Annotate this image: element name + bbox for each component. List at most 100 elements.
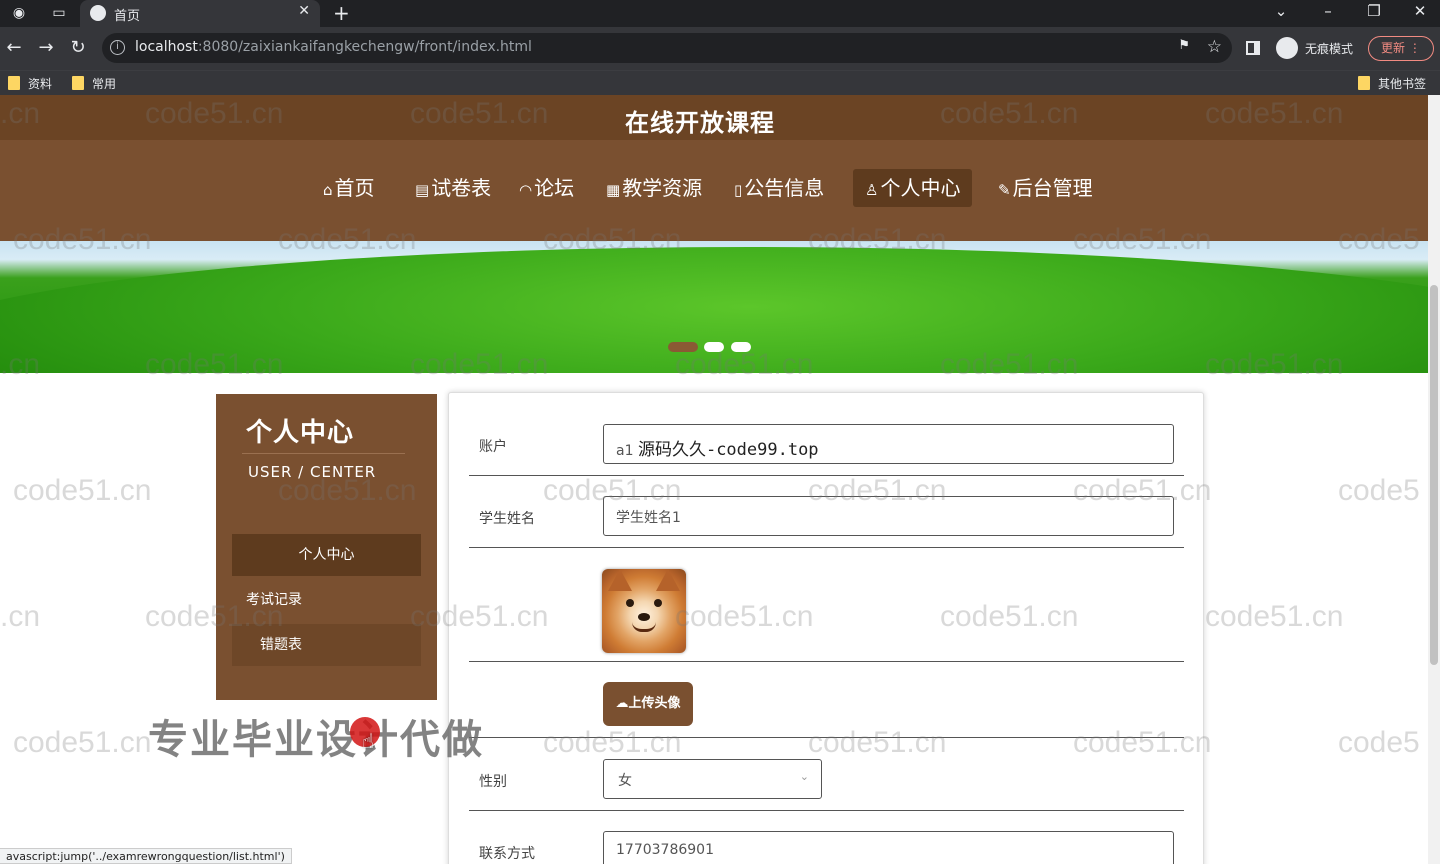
incognito-label: 无痕模式 [1305, 42, 1354, 56]
new-tab-button[interactable]: + [333, 1, 350, 25]
hand-cursor-icon: ☝ [362, 729, 375, 753]
sidebar-title: 个人中心 [246, 418, 355, 448]
browser-tab-bar: ◉ ▭ 首页 ✕ + ⌄ – ❐ ✕ [0, 0, 1440, 27]
close-icon[interactable]: ✕ [298, 3, 310, 19]
nav-label: 教学资源 [622, 176, 703, 200]
student-name-input[interactable]: 学生姓名1 [603, 496, 1174, 536]
nav-label: 个人中心 [880, 176, 961, 200]
forward-button[interactable]: → [35, 37, 57, 58]
carousel-banner [0, 241, 1428, 373]
promo-watermark: 专业毕业设计代做 [148, 717, 484, 763]
nav-home[interactable]: ⌂ 首页 [311, 169, 387, 207]
tab-title: 首页 [114, 9, 141, 24]
bookmark-star-icon[interactable]: ☆ [1207, 37, 1222, 57]
user-icon: ♙ [865, 181, 879, 199]
nav-admin[interactable]: ✎ 后台管理 [986, 169, 1105, 207]
browser-tab[interactable]: 首页 ✕ [80, 0, 320, 27]
nav-label: 后台管理 [1012, 176, 1093, 200]
avatar-nose [638, 613, 650, 621]
scrollbar-thumb[interactable] [1430, 285, 1438, 665]
watermark-text: code5 [1338, 474, 1420, 507]
notice-icon: ▯ [734, 181, 743, 199]
row-divider [469, 737, 1184, 738]
site-title: 在线开放课程 [625, 109, 775, 137]
student-name-label: 学生姓名 [479, 511, 535, 527]
nav-teaching-resources[interactable]: ▦ 教学资源 [594, 169, 714, 207]
avatar-ear [608, 569, 632, 591]
gender-label: 性别 [479, 774, 507, 790]
forum-icon: ◠ [519, 181, 533, 199]
gender-value: 女 [618, 773, 632, 789]
browser-toolbar: ← → ↻ i localhost:8080/zaixiankaifangkec… [0, 27, 1440, 70]
nav-label: 论坛 [534, 176, 575, 200]
nav-label: 公告信息 [744, 176, 825, 200]
row-divider [469, 810, 1184, 811]
url-host: localhost [135, 39, 198, 55]
bookmark-folder[interactable]: 常用 [70, 75, 116, 92]
site-info-icon[interactable]: i [110, 40, 125, 55]
sidebar-item-exam-records[interactable]: 考试记录 [232, 579, 421, 621]
cloud-upload-icon: ☁ [615, 696, 629, 711]
avatar-eye [654, 599, 662, 607]
carousel-dot[interactable] [704, 342, 724, 352]
avatar-mouth [632, 622, 656, 632]
account-input[interactable]: a1 源码久久-code99.top [603, 424, 1174, 464]
update-label: 更新 [1381, 41, 1406, 55]
banner-hill-image [0, 247, 1428, 373]
other-bookmarks-folder[interactable]: 其他书签 [1356, 75, 1426, 92]
upload-label: 上传头像 [628, 696, 681, 711]
globe-icon [90, 5, 106, 21]
nav-user-center[interactable]: ♙ 个人中心 [853, 169, 973, 207]
page-scrollbar[interactable] [1428, 95, 1440, 864]
nav-exam-papers[interactable]: ▤ 试卷表 [403, 169, 503, 207]
avatar-image [602, 569, 686, 653]
url-text[interactable]: localhost:8080/zaixiankaifangkechengw/fr… [135, 39, 532, 55]
nav-announcements[interactable]: ▯ 公告信息 [722, 169, 836, 207]
update-button[interactable]: 更新 ⋮ [1368, 36, 1434, 61]
main-nav: ⌂ 首页 ▤ 试卷表 ◠ 论坛 ▦ 教学资源 ▯ 公告信息 ♙ 个人中心 ✎ 后台管理 [0, 169, 1428, 211]
row-divider [469, 547, 1184, 548]
account-overlay-text: 源码久久-code99.top [637, 440, 819, 460]
close-window-button[interactable]: ✕ [1405, 2, 1435, 20]
status-bar-url: avascript:jump('../examrewrongquestion/l… [0, 848, 292, 864]
profile-form-panel: 账户 a1 源码久久-code99.top 学生姓名 学生姓名1 ☁上传头像 性… [448, 392, 1204, 864]
phone-input[interactable]: 17703786901 [603, 831, 1174, 864]
tab-list-chevron-icon[interactable]: ⌄ [1266, 2, 1296, 20]
nav-label: 首页 [334, 176, 375, 200]
sidebar-divider [242, 453, 405, 454]
link-icon: ✎ [998, 181, 1011, 199]
carousel-dot[interactable] [668, 342, 698, 352]
side-panel-icon[interactable] [1246, 41, 1260, 55]
incognito-icon [1276, 37, 1298, 59]
chevron-down-icon: ⌄ [799, 770, 809, 783]
bookmarks-bar: 资料 常用 其他书签 [0, 70, 1440, 95]
restore-button[interactable]: ❐ [1359, 2, 1389, 20]
sidebar-subtitle: USER / CENTER [248, 463, 377, 481]
browser-menu-icon[interactable]: ◉ [10, 4, 28, 22]
sidebar-item-user-center[interactable]: 个人中心 [232, 534, 421, 576]
site-header: 在线开放课程 ⌂ 首页 ▤ 试卷表 ◠ 论坛 ▦ 教学资源 ▯ 公告信息 ♙ 个人中心 ✎ 后… [0, 95, 1428, 241]
avatar-ear [656, 569, 680, 591]
tab-search-icon[interactable]: ▭ [50, 4, 68, 22]
url-path: :8080/zaixiankaifangkechengw/front/index… [197, 39, 532, 55]
watermark-text: code51.cn [13, 474, 152, 507]
nav-forum[interactable]: ◠ 论坛 [507, 169, 586, 207]
sidebar-item-wrong-questions[interactable]: 错题表 [232, 624, 421, 666]
upload-avatar-button[interactable]: ☁上传头像 [603, 682, 693, 726]
grid-icon: ▦ [606, 181, 621, 199]
row-divider [469, 475, 1184, 476]
carousel-dot[interactable] [731, 342, 751, 352]
gender-select[interactable]: 女 ⌄ [603, 759, 822, 799]
user-center-sidebar: 个人中心 USER / CENTER 个人中心 考试记录 错题表 [216, 394, 437, 700]
home-icon: ⌂ [323, 181, 333, 199]
translate-icon[interactable]: ⚑ [1178, 38, 1190, 53]
watermark-text: code5 [1338, 726, 1420, 759]
paper-icon: ▤ [415, 181, 430, 199]
reload-button[interactable]: ↻ [67, 37, 89, 58]
back-button[interactable]: ← [3, 37, 25, 58]
bookmark-folder[interactable]: 资料 [6, 75, 52, 92]
watermark-text: code51.cn [1205, 600, 1344, 633]
address-bar[interactable]: i localhost:8080/zaixiankaifangkechengw/… [102, 33, 1232, 63]
account-label: 账户 [479, 439, 507, 455]
minimize-button[interactable]: – [1313, 2, 1343, 20]
